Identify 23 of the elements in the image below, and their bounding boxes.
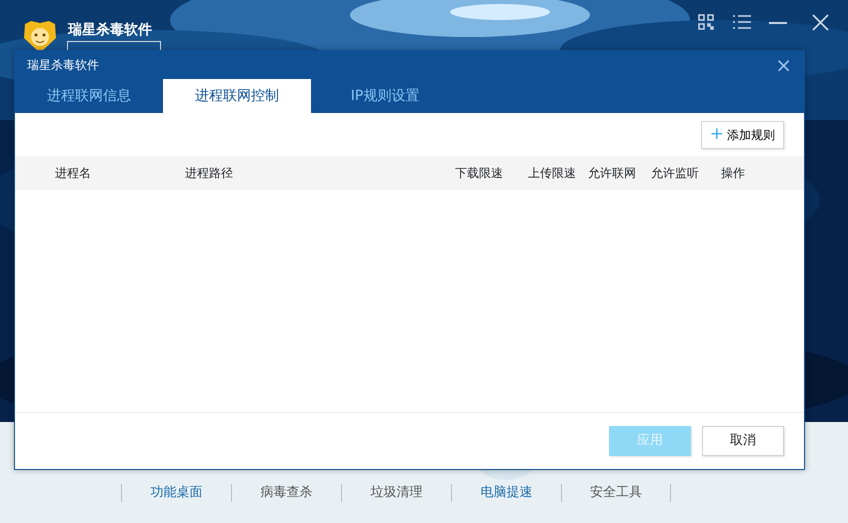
close-icon[interactable] <box>812 14 829 31</box>
add-rule-button[interactable]: + 添加规则 <box>700 120 784 148</box>
column-header: 下载限速 <box>455 165 504 182</box>
nav-tab[interactable]: 垃圾清理 <box>341 484 451 502</box>
minimize-icon[interactable] <box>769 22 787 25</box>
dialog-button[interactable]: 取消 <box>702 426 784 456</box>
column-header: 操作 <box>721 165 746 182</box>
app-title: 瑞星杀毒软件 <box>68 21 152 40</box>
column-header: 进程名 <box>55 165 92 182</box>
plus-icon: + <box>710 126 724 143</box>
nav-tab[interactable]: 安全工具 <box>561 484 671 502</box>
nav-tab[interactable]: 功能桌面 <box>121 484 231 502</box>
close-button[interactable]: × <box>775 55 792 75</box>
column-header: 进程路径 <box>185 165 234 182</box>
dialog-title: 瑞星杀毒软件 <box>27 57 99 74</box>
column-header: 允许监听 <box>651 165 700 182</box>
column-header: 允许联网 <box>588 165 637 182</box>
nav-tab[interactable]: 病毒查杀 <box>231 484 341 502</box>
qr-code-icon[interactable] <box>698 14 714 30</box>
nav-tab[interactable]: 电脑提速 <box>451 484 561 502</box>
column-header: 上传限速 <box>528 165 577 182</box>
tab[interactable]: 进程联网控制 <box>163 79 311 113</box>
menu-icon[interactable] <box>733 14 751 30</box>
